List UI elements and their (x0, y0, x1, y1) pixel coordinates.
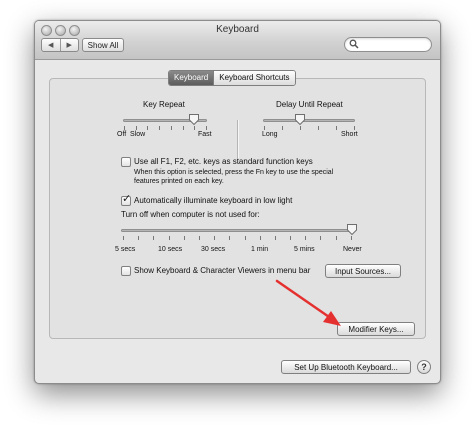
annotation-arrow-icon (275, 279, 341, 326)
